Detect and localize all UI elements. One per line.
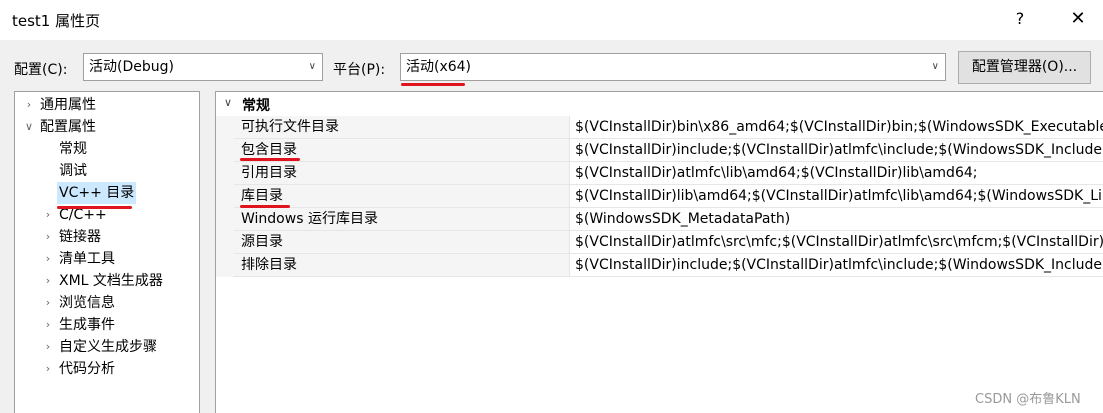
- watermark: CSDN @布鲁KLN: [975, 392, 1081, 407]
- window-title: test1 属性页: [12, 12, 101, 30]
- property-name: 可执行文件目录: [234, 116, 570, 138]
- annotation-underline-vc-directories: [57, 206, 132, 209]
- tree-item-label: 配置属性: [40, 119, 96, 135]
- property-value[interactable]: $(WindowsSDK_MetadataPath): [571, 208, 1103, 230]
- tree-item-custom-build-step[interactable]: › 自定义生成步骤: [15, 336, 199, 358]
- property-name: 引用目录: [234, 162, 570, 184]
- property-row-include-directories[interactable]: 包含目录 $(VCInstallDir)include;$(VCInstallD…: [234, 139, 1103, 162]
- chevron-right-icon[interactable]: ›: [42, 358, 54, 380]
- property-value[interactable]: $(VCInstallDir)include;$(VCInstallDir)at…: [571, 254, 1103, 276]
- chevron-right-icon[interactable]: ›: [42, 226, 54, 248]
- property-row-windows-runtime-directories[interactable]: Windows 运行库目录 $(WindowsSDK_MetadataPath): [234, 208, 1103, 231]
- grid-gutter: [216, 116, 234, 277]
- property-value[interactable]: $(VCInstallDir)atlmfc\lib\amd64;$(VCInst…: [571, 162, 1103, 184]
- chevron-right-icon[interactable]: ›: [23, 94, 35, 116]
- platform-dropdown-value: 活动(x64): [406, 59, 472, 75]
- property-value[interactable]: $(VCInstallDir)include;$(VCInstallDir)at…: [571, 139, 1103, 161]
- config-dropdown[interactable]: 活动(Debug) ∨: [83, 53, 323, 81]
- tree-item-label: 浏览信息: [59, 295, 115, 311]
- tree-item-code-analysis[interactable]: › 代码分析: [15, 358, 199, 380]
- chevron-right-icon[interactable]: ›: [42, 314, 54, 336]
- configuration-manager-button[interactable]: 配置管理器(O)...: [958, 51, 1091, 84]
- tree-item-build-events[interactable]: › 生成事件: [15, 314, 199, 336]
- tree-item-debugging[interactable]: 调试: [15, 160, 199, 182]
- property-row-source-directories[interactable]: 源目录 $(VCInstallDir)atlmfc\src\mfc;$(VCIn…: [234, 231, 1103, 254]
- property-name: Windows 运行库目录: [234, 208, 570, 230]
- chevron-down-icon[interactable]: ∨: [224, 96, 232, 109]
- property-row-executable-directories[interactable]: 可执行文件目录 $(VCInstallDir)bin\x86_amd64;$(V…: [234, 116, 1103, 139]
- chevron-right-icon[interactable]: ›: [42, 336, 54, 358]
- tree-item-browse-information[interactable]: › 浏览信息: [15, 292, 199, 314]
- property-name: 排除目录: [234, 254, 570, 276]
- config-label: 配置(C):: [14, 62, 68, 78]
- property-name: 库目录: [234, 185, 570, 207]
- title-bar: test1 属性页 ? ✕: [0, 0, 1103, 40]
- chevron-right-icon[interactable]: ›: [42, 204, 54, 226]
- property-row-exclude-directories[interactable]: 排除目录 $(VCInstallDir)include;$(VCInstallD…: [234, 254, 1103, 277]
- tree-item-vc-directories[interactable]: VC++ 目录: [15, 182, 199, 204]
- property-row-library-directories[interactable]: 库目录 $(VCInstallDir)lib\amd64;$(VCInstall…: [234, 185, 1103, 208]
- tree-item-linker[interactable]: › 链接器: [15, 226, 199, 248]
- tree-item-label: 常规: [59, 141, 87, 157]
- annotation-underline-platform: [401, 83, 465, 86]
- chevron-right-icon[interactable]: ›: [42, 292, 54, 314]
- help-button[interactable]: ?: [1000, 4, 1040, 34]
- property-value[interactable]: $(VCInstallDir)bin\x86_amd64;$(VCInstall…: [571, 116, 1103, 138]
- property-value[interactable]: $(VCInstallDir)lib\amd64;$(VCInstallDir)…: [571, 185, 1103, 207]
- tree-item-manifest-tool[interactable]: › 清单工具: [15, 248, 199, 270]
- tree-item-label: 生成事件: [59, 317, 115, 333]
- config-dropdown-value: 活动(Debug): [89, 59, 174, 75]
- tree-item-general[interactable]: 常规: [15, 138, 199, 160]
- tree-item-label: XML 文档生成器: [59, 273, 163, 289]
- close-button[interactable]: ✕: [1058, 4, 1098, 34]
- property-row-reference-directories[interactable]: 引用目录 $(VCInstallDir)atlmfc\lib\amd64;$(V…: [234, 162, 1103, 185]
- tree-item-common-properties[interactable]: › 通用属性: [15, 94, 199, 116]
- chevron-down-icon: ∨: [308, 61, 316, 72]
- tree-item-label: 调试: [59, 163, 87, 179]
- tree-item-configuration-properties[interactable]: ∨ 配置属性: [15, 116, 199, 138]
- tree-item-label: 自定义生成步骤: [59, 339, 157, 355]
- section-title: 常规: [242, 98, 270, 114]
- chevron-right-icon[interactable]: ›: [42, 248, 54, 270]
- property-tree[interactable]: › 通用属性 ∨ 配置属性 常规 调试 VC++ 目录 › C/C++ › 链接…: [14, 91, 200, 413]
- chevron-down-icon: ∨: [931, 61, 939, 72]
- tree-item-label: 代码分析: [59, 361, 115, 377]
- chevron-down-icon[interactable]: ∨: [23, 116, 35, 138]
- tree-item-label: 通用属性: [40, 97, 96, 113]
- tree-item-xml-doc-generator[interactable]: › XML 文档生成器: [15, 270, 199, 292]
- property-grid[interactable]: ∨ 常规 可执行文件目录 $(VCInstallDir)bin\x86_amd6…: [215, 91, 1103, 413]
- property-name: 源目录: [234, 231, 570, 253]
- annotation-underline-include-directories: [240, 158, 300, 161]
- platform-dropdown[interactable]: 活动(x64) ∨: [400, 53, 946, 81]
- section-header-general[interactable]: ∨ 常规: [216, 92, 1103, 116]
- chevron-right-icon[interactable]: ›: [42, 270, 54, 292]
- property-value[interactable]: $(VCInstallDir)atlmfc\src\mfc;$(VCInstal…: [571, 231, 1103, 253]
- tree-item-label: VC++ 目录: [57, 182, 137, 204]
- tree-item-label: 清单工具: [59, 251, 115, 267]
- annotation-underline-library-directories: [240, 205, 290, 208]
- platform-label: 平台(P):: [333, 62, 386, 78]
- tree-item-label: 链接器: [59, 229, 101, 245]
